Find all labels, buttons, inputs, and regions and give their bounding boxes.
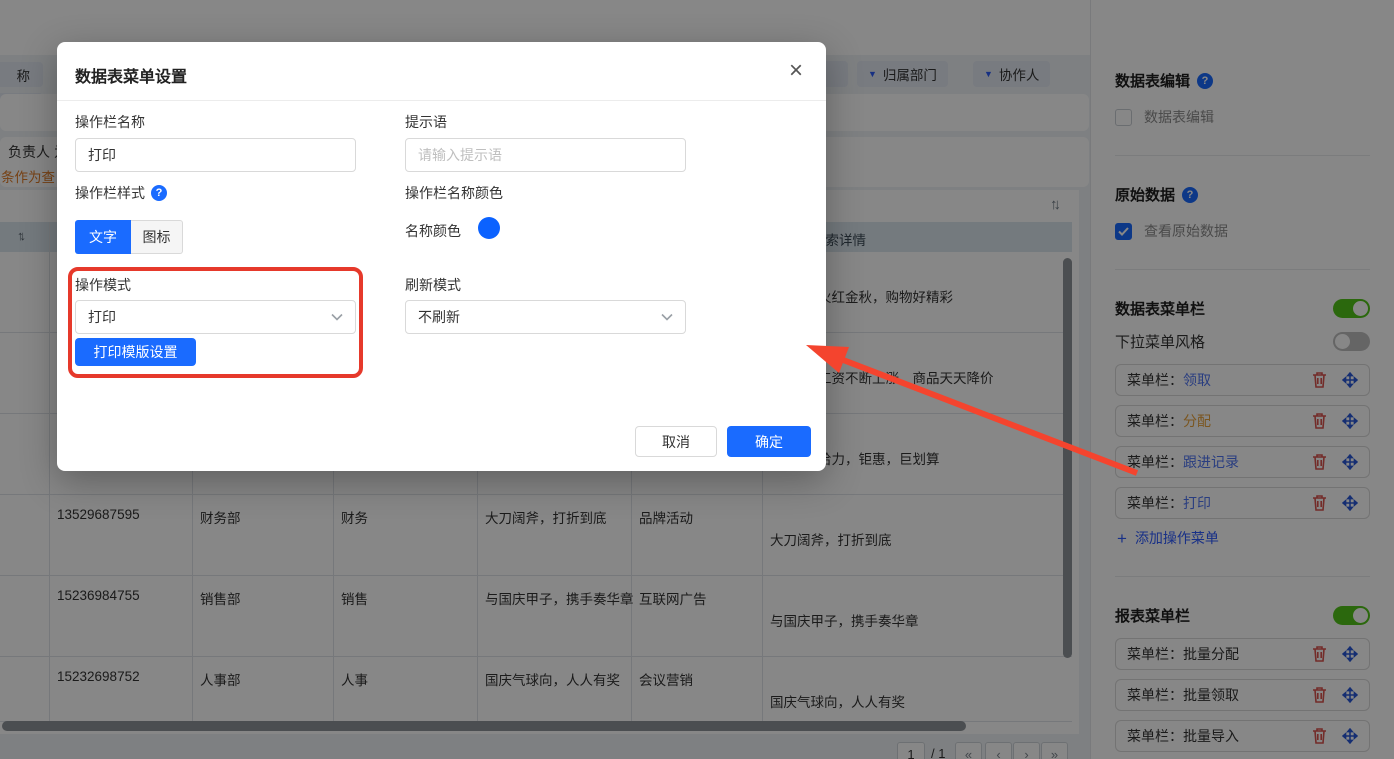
color-swatch[interactable] — [478, 217, 500, 239]
help-icon[interactable]: ? — [151, 185, 167, 201]
refresh-mode-label: 刷新模式 — [405, 275, 461, 295]
tip-input[interactable] — [405, 138, 686, 172]
style-option-icon[interactable]: 图标 — [131, 220, 183, 254]
app-root: 保存 称 态 ▼ 归属部门 ▼ 协作人 负责人 为 条作为查 ↑↓ ↑↓ 线索详… — [0, 0, 1394, 759]
name-color-label: 名称颜色 — [405, 221, 461, 241]
name-color-section-label: 操作栏名称颜色 — [405, 183, 503, 203]
refresh-mode-select[interactable]: 不刷新 — [405, 300, 686, 334]
dialog-title: 数据表菜单设置 — [75, 63, 187, 87]
chevron-down-icon — [331, 313, 343, 321]
tip-label: 提示语 — [405, 112, 447, 132]
dialog-header: 数据表菜单设置 × — [57, 42, 826, 101]
print-template-settings-button[interactable]: 打印模版设置 — [75, 338, 196, 366]
action-name-input[interactable] — [75, 138, 356, 172]
table-menu-settings-dialog: 数据表菜单设置 × 操作栏名称 提示语 操作栏样式 ? 文字 图标 操作栏名称颜… — [57, 42, 826, 471]
style-option-text[interactable]: 文字 — [75, 220, 131, 254]
style-segmented-control: 文字 图标 — [75, 220, 183, 254]
operation-mode-select[interactable]: 打印 — [75, 300, 356, 334]
close-icon[interactable]: × — [789, 59, 803, 83]
action-name-label: 操作栏名称 — [75, 112, 145, 132]
refresh-mode-value: 不刷新 — [418, 307, 661, 327]
operation-mode-label: 操作模式 — [75, 275, 131, 295]
cancel-button[interactable]: 取消 — [635, 426, 717, 457]
action-style-label: 操作栏样式 ? — [75, 183, 167, 203]
operation-mode-value: 打印 — [88, 307, 331, 327]
confirm-button[interactable]: 确定 — [727, 426, 811, 457]
chevron-down-icon — [661, 313, 673, 321]
action-style-label-text: 操作栏样式 — [75, 183, 145, 203]
